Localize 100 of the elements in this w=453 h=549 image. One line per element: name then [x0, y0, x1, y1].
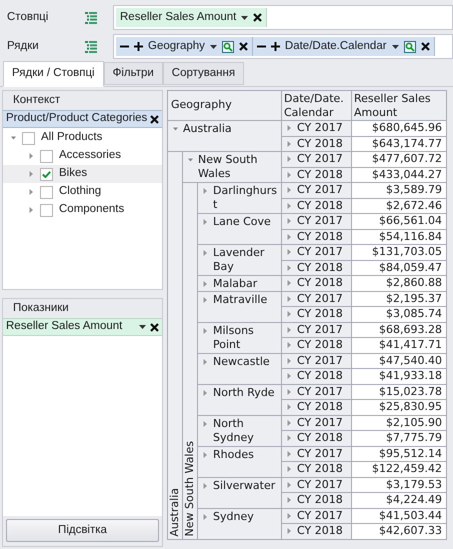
field-drop-area[interactable]: Geography Date/Date.Calendar	[113, 34, 453, 59]
period-cell[interactable]: CY 2018	[282, 338, 352, 354]
collapsed-triangle-icon[interactable]	[203, 358, 208, 364]
column-header[interactable]: Geography	[168, 91, 282, 121]
period-cell[interactable]: CY 2017	[282, 214, 352, 230]
collapsed-triangle-icon[interactable]	[287, 482, 292, 488]
period-cell[interactable]: CY 2018	[282, 260, 352, 276]
row-header-cell[interactable]: Lane Cove	[198, 214, 282, 245]
collapsed-triangle-icon[interactable]	[287, 202, 292, 209]
period-cell[interactable]: CY 2018	[282, 369, 352, 384]
search-icon[interactable]	[222, 40, 234, 52]
collapsed-triangle-icon[interactable]	[203, 452, 208, 458]
period-cell[interactable]: CY 2017	[282, 152, 352, 168]
row-header-cell[interactable]: Silverwater	[198, 478, 282, 508]
row-header-cell[interactable]: Sydney	[198, 508, 282, 540]
collapsed-triangle-icon[interactable]	[287, 234, 292, 240]
row-header-cell[interactable]: Rhodes	[198, 446, 282, 478]
period-cell[interactable]: CY 2017	[282, 121, 352, 136]
collapsed-triangle-icon[interactable]	[203, 420, 208, 426]
tree-item[interactable]: Accessories	[3, 147, 162, 165]
period-cell[interactable]: CY 2018	[282, 493, 352, 508]
period-cell[interactable]: CY 2017	[282, 384, 352, 400]
collapsed-triangle-icon[interactable]	[203, 188, 208, 194]
collapsed-triangle-icon[interactable]	[287, 280, 292, 286]
period-cell[interactable]: CY 2017	[282, 292, 352, 307]
period-cell[interactable]: CY 2018	[282, 307, 352, 322]
collapsed-triangle-icon[interactable]	[287, 172, 292, 178]
list-icon[interactable]	[85, 40, 97, 52]
close-icon[interactable]	[150, 114, 159, 124]
period-cell[interactable]: CY 2017	[282, 183, 352, 198]
period-cell[interactable]: CY 2018	[282, 230, 352, 245]
collapsed-triangle-icon[interactable]	[287, 358, 292, 364]
period-cell[interactable]: CY 2018	[282, 136, 352, 152]
expanded-triangle-icon[interactable]	[188, 157, 193, 163]
dropdown-caret-icon[interactable]	[139, 325, 146, 329]
period-cell[interactable]: CY 2017	[282, 446, 352, 462]
tree-item[interactable]: All Products	[3, 129, 162, 147]
collapsed-triangle-icon[interactable]	[287, 466, 292, 472]
collapsed-triangle-icon[interactable]	[287, 342, 292, 348]
row-header-cell[interactable]: Darlinghurst	[198, 183, 282, 214]
close-icon[interactable]	[253, 13, 262, 22]
expanded-triangle-icon[interactable]	[11, 135, 16, 141]
measure-chip[interactable]: Reseller Sales Amount	[3, 318, 162, 336]
collapsed-triangle-icon[interactable]	[29, 171, 34, 177]
checkbox[interactable]	[40, 204, 53, 216]
period-cell[interactable]: CY 2018	[282, 431, 352, 446]
collapsed-triangle-icon[interactable]	[287, 326, 292, 333]
period-cell[interactable]: CY 2017	[282, 322, 352, 338]
collapsed-triangle-icon[interactable]	[287, 156, 292, 162]
row-header-cell[interactable]: New South Wales	[183, 152, 282, 183]
close-icon[interactable]	[420, 42, 430, 51]
collapsed-triangle-icon[interactable]	[203, 250, 208, 256]
dropdown-caret-icon[interactable]	[210, 44, 217, 48]
dimension-chip[interactable]: Date/Date.Calendar	[252, 37, 435, 56]
period-cell[interactable]: CY 2018	[282, 198, 352, 214]
collapsed-triangle-icon[interactable]	[287, 249, 292, 256]
row-header-cell[interactable]: North Ryde	[198, 384, 282, 416]
row-header-cell[interactable]: Milsons Point	[198, 322, 282, 354]
period-cell[interactable]: CY 2018	[282, 400, 352, 416]
row-header-cell[interactable]: Matraville	[198, 292, 282, 322]
collapsed-triangle-icon[interactable]	[203, 390, 208, 396]
highlight-button[interactable]: Підсвітка	[6, 519, 159, 542]
close-icon[interactable]	[238, 42, 248, 51]
plus-icon[interactable]	[134, 42, 143, 51]
expanded-triangle-icon[interactable]	[173, 126, 178, 132]
period-cell[interactable]: CY 2017	[282, 508, 352, 524]
checkbox[interactable]	[40, 168, 53, 180]
list-icon[interactable]	[85, 12, 97, 24]
period-cell[interactable]: CY 2018	[282, 168, 352, 183]
period-cell[interactable]: CY 2018	[282, 524, 352, 540]
collapsed-triangle-icon[interactable]	[287, 450, 292, 457]
collapsed-triangle-icon[interactable]	[287, 373, 292, 380]
checkbox[interactable]	[22, 132, 35, 144]
field-drop-area[interactable]: Reseller Sales Amount	[113, 5, 453, 30]
collapsed-triangle-icon[interactable]	[287, 512, 292, 519]
column-header[interactable]: Date/Date. Calendar	[282, 91, 352, 121]
row-header-cell[interactable]: Newcastle	[198, 354, 282, 384]
tree-item[interactable]: Clothing	[3, 183, 162, 201]
collapsed-triangle-icon[interactable]	[203, 482, 208, 488]
collapsed-triangle-icon[interactable]	[287, 435, 292, 442]
row-header-cell[interactable]: Australia	[168, 121, 282, 152]
period-cell[interactable]: CY 2017	[282, 245, 352, 260]
collapsed-triangle-icon[interactable]	[287, 218, 292, 224]
period-cell[interactable]: CY 2018	[282, 276, 352, 292]
tree-item[interactable]: Components	[3, 201, 162, 219]
row-header-cell[interactable]: Lavender Bay	[198, 245, 282, 276]
collapsed-triangle-icon[interactable]	[29, 153, 34, 159]
tab[interactable]: Фільтри	[104, 62, 163, 85]
collapsed-triangle-icon[interactable]	[287, 187, 292, 194]
collapsed-triangle-icon[interactable]	[287, 296, 292, 302]
period-cell[interactable]: CY 2017	[282, 416, 352, 431]
checkbox[interactable]	[40, 186, 53, 198]
search-icon[interactable]	[404, 40, 416, 52]
period-cell[interactable]: CY 2018	[282, 462, 352, 478]
close-icon[interactable]	[150, 322, 159, 332]
filter-chip[interactable]: Product/Product Categories	[3, 110, 162, 128]
collapsed-triangle-icon[interactable]	[287, 125, 292, 132]
column-header[interactable]: Reseller Sales Amount	[352, 91, 447, 121]
dropdown-caret-icon[interactable]	[392, 44, 399, 48]
tree-item[interactable]: Bikes	[3, 165, 162, 183]
